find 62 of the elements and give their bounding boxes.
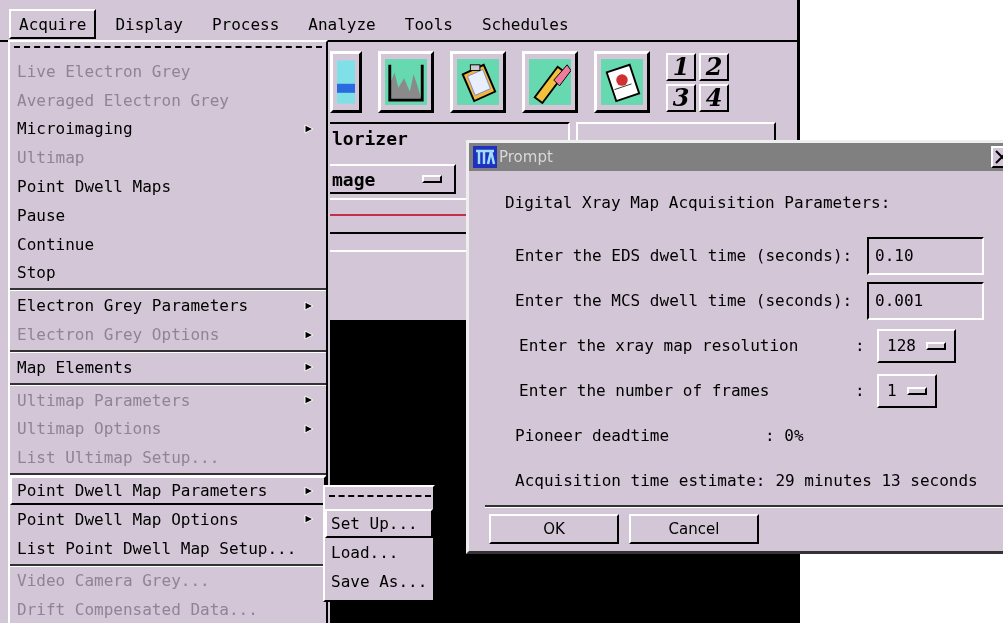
- menu-item[interactable]: Pause: [10, 201, 326, 230]
- number-key[interactable]: 2: [699, 52, 729, 81]
- menu-title[interactable]: Display: [105, 9, 193, 39]
- menu-item[interactable]: Point Dwell Maps: [10, 172, 326, 201]
- input-field[interactable]: 0.001: [867, 281, 984, 320]
- menu-item[interactable]: Stop: [10, 258, 326, 288]
- submenu-arrow-icon: [304, 485, 314, 496]
- submenu-arrow-icon: [304, 395, 314, 406]
- document-icon: [601, 58, 643, 106]
- info-value: 29 minutes 13 seconds: [775, 471, 978, 490]
- app-logo-icon: [473, 146, 497, 168]
- field-label: Enter the EDS dwell time (seconds):: [514, 246, 854, 265]
- menu-item[interactable]: Electron Grey Parameters: [10, 291, 326, 321]
- menu-title[interactable]: Acquire: [9, 9, 97, 39]
- menu-item[interactable]: Load...: [325, 538, 433, 567]
- option-button[interactable]: 128: [877, 328, 956, 363]
- colon: :: [855, 381, 866, 400]
- toolbar-button[interactable]: [330, 51, 362, 113]
- toolbar-button[interactable]: [522, 51, 578, 113]
- image-icon: [337, 58, 355, 106]
- menu-item[interactable]: Point Dwell Map Options: [10, 504, 326, 534]
- panel-label: lorizer: [331, 128, 409, 149]
- submenu-arrow-icon: [304, 124, 314, 134]
- option-button[interactable]: 1: [877, 373, 937, 408]
- menu-item[interactable]: Point Dwell Map Parameters: [10, 476, 326, 505]
- info-label: Acquisition time estimate:: [515, 471, 766, 490]
- histogram-icon: [385, 58, 427, 106]
- number-key[interactable]: 4: [699, 83, 729, 112]
- window-title: Prompt: [499, 148, 554, 166]
- info-label: Pioneer deadtime: [515, 426, 671, 445]
- menu-title[interactable]: Process: [201, 9, 290, 39]
- submenu-arrow-icon: [304, 362, 314, 373]
- menu-title[interactable]: Schedules: [471, 9, 579, 39]
- toolbar-button[interactable]: [450, 51, 506, 113]
- info-value: : 0%: [765, 426, 804, 445]
- pencil-icon: [529, 58, 571, 106]
- input-field[interactable]: 0.10: [867, 236, 984, 275]
- menu-item[interactable]: Continue: [10, 229, 326, 259]
- menu-item[interactable]: Microimaging: [10, 114, 326, 144]
- dialog-button[interactable]: OK: [489, 514, 619, 544]
- menu-item[interactable]: List Point Dwell Map Setup...: [10, 533, 326, 563]
- menu-item[interactable]: Set Up...: [325, 509, 433, 538]
- submenu-arrow-icon: [304, 300, 314, 311]
- submenu-arrow-icon: [304, 514, 314, 525]
- number-key[interactable]: 1: [666, 52, 696, 81]
- option-button[interactable]: mage: [330, 164, 456, 194]
- menu-item[interactable]: Save As...: [325, 567, 433, 596]
- dialog-button[interactable]: Cancel: [629, 514, 759, 544]
- dialog-heading: Digital Xray Map Acquisition Parameters:: [505, 193, 892, 214]
- submenu-arrow-icon: [304, 329, 314, 340]
- menu-title[interactable]: Analyze: [298, 9, 386, 39]
- toolbar-button[interactable]: [378, 51, 434, 113]
- number-key[interactable]: 3: [666, 83, 696, 112]
- colon: :: [855, 336, 866, 355]
- field-label: Enter the xray map resolution: [518, 336, 800, 355]
- submenu-arrow-icon: [304, 423, 314, 434]
- menu-title[interactable]: Tools: [394, 9, 463, 39]
- field-label: Enter the number of frames: [518, 381, 771, 400]
- toolbar-button[interactable]: [594, 51, 650, 113]
- field-label: Enter the MCS dwell time (seconds):: [514, 291, 854, 310]
- clipboard-icon: [457, 58, 499, 106]
- menu-item[interactable]: Map Elements: [10, 352, 326, 382]
